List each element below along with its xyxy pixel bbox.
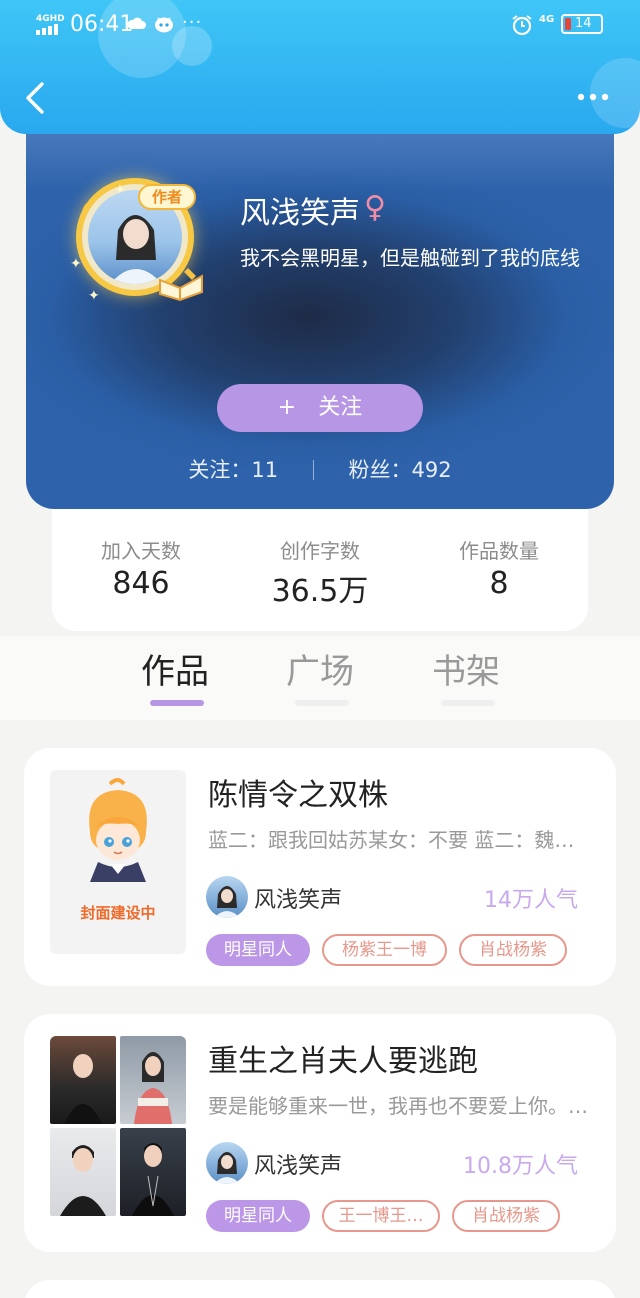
book-cover[interactable] (50, 1036, 186, 1220)
stat-value: 36.5万 (271, 574, 369, 609)
book-card[interactable]: 重生之肖夫人要逃跑 要是能够重来一世，我再也不要爱上你。… 风浅笑声 10.8万… (24, 1014, 616, 1252)
mascot-icon (89, 778, 147, 882)
cloud-icon (127, 17, 146, 29)
profile-bio: 我不会黑明星，但是触碰到了我的底线 (240, 246, 580, 270)
author-badge: 作者 (138, 184, 196, 210)
tag-pairing[interactable]: 肖战杨紫 (452, 1200, 560, 1232)
book-tags: 明星同人 王一博王… 肖战杨紫 (206, 1200, 560, 1232)
stat-works-count: 作品数量 8 (410, 535, 588, 601)
cover-photo (120, 1036, 186, 1124)
tab-works[interactable]: 作品 (130, 644, 220, 706)
network-label: 4GHD (36, 14, 65, 24)
tab-label: 书架 (432, 652, 500, 692)
tag-pairing[interactable]: 杨紫王一博 (322, 934, 447, 966)
profile-banner: 作者 ✦ ✦ ✦ 风浅笑声 ♀ 我不会黑明星，但是触碰到了我的底线 + 关注 关注… (26, 110, 614, 509)
stat-join-days: 加入天数 846 (52, 535, 230, 601)
sparkle-icon: ✦ (114, 182, 126, 198)
tab-indicator (150, 700, 204, 706)
stat-label: 作品数量 (459, 539, 539, 563)
tag-pairing[interactable]: 肖战杨紫 (459, 934, 567, 966)
top-bar: 4GHD 06:41 ··· 4G 14 (0, 0, 640, 134)
book-author-name[interactable]: 风浅笑声 (254, 882, 342, 914)
book-icon (159, 268, 203, 302)
stat-value: 846 (112, 566, 170, 601)
stat-word-count: 创作字数 36.5万 (231, 535, 409, 610)
follow-label: 关注 (318, 395, 363, 420)
status-bar: 4GHD 06:41 ··· 4G 14 (0, 0, 640, 50)
alarm-icon (512, 15, 532, 36)
following-count[interactable]: 关注：11 (188, 458, 278, 482)
female-icon: ♀ (364, 190, 386, 225)
stat-label: 创作字数 (280, 539, 360, 563)
stat-label: 加入天数 (101, 539, 181, 563)
battery-level: 14 (575, 16, 592, 31)
tab-label: 广场 (286, 652, 354, 692)
book-description: 蓝二：跟我回姑苏某女：不要 蓝二：魏… (208, 828, 575, 852)
sparkle-icon: ✦ (70, 256, 82, 272)
book-card[interactable]: 封面建设中 陈情令之双株 蓝二：跟我回姑苏某女：不要 蓝二：魏… 风浅笑声 14… (24, 748, 616, 986)
book-author-row: 风浅笑声 10.8万人气 (206, 1142, 596, 1186)
tab-square[interactable]: 广场 (275, 644, 365, 706)
profile-name: 风浅笑声 (240, 196, 360, 231)
book-card[interactable] (24, 1280, 616, 1298)
divider (312, 460, 314, 480)
fans-count[interactable]: 粉丝：492 (349, 458, 452, 482)
cover-photo (120, 1128, 186, 1216)
book-popularity: 14万人气 (484, 888, 578, 913)
tag-category[interactable]: 明星同人 (206, 934, 310, 966)
cover-photo (50, 1036, 116, 1124)
more-notifications-icon: ··· (182, 12, 203, 33)
network-type: 4G (539, 14, 555, 25)
author-avatar-small[interactable] (206, 876, 248, 918)
book-title[interactable]: 重生之肖夫人要逃跑 (208, 1036, 478, 1080)
follow-counts: 关注：11 粉丝：492 (26, 454, 614, 484)
app-face-icon (155, 17, 173, 33)
author-avatar-small[interactable] (206, 1142, 248, 1184)
tab-label: 作品 (141, 652, 209, 692)
plus-icon: + (277, 395, 297, 420)
tab-bar: 作品 广场 书架 (0, 636, 640, 720)
sparkle-icon: ✦ (88, 288, 100, 304)
book-description: 要是能够重来一世，我再也不要爱上你。… (208, 1094, 588, 1118)
cover-photo (50, 1128, 116, 1216)
more-options-icon[interactable] (576, 92, 610, 102)
book-title[interactable]: 陈情令之双株 (208, 770, 388, 814)
book-tags: 明星同人 杨紫王一博 肖战杨紫 (206, 934, 567, 966)
book-popularity: 10.8万人气 (463, 1154, 578, 1179)
battery-icon: 14 (561, 14, 603, 34)
book-cover[interactable]: 封面建设中 (50, 770, 186, 954)
author-avatar[interactable]: 作者 ✦ ✦ ✦ (66, 170, 206, 310)
book-author-name[interactable]: 风浅笑声 (254, 1148, 342, 1180)
book-author-row: 风浅笑声 14万人气 (206, 876, 596, 920)
follow-button[interactable]: + 关注 (217, 384, 423, 432)
clock: 06:41 (70, 12, 134, 37)
tab-bookshelf[interactable]: 书架 (421, 644, 511, 706)
signal-icon (36, 24, 58, 35)
stat-value: 8 (489, 566, 509, 601)
back-arrow-icon[interactable] (22, 80, 48, 116)
tag-category[interactable]: 明星同人 (206, 1200, 310, 1232)
tag-pairing[interactable]: 王一博王… (322, 1200, 440, 1232)
stats-card: 加入天数 846 创作字数 36.5万 作品数量 8 (52, 505, 588, 631)
cover-placeholder-text: 封面建设中 (80, 904, 156, 922)
